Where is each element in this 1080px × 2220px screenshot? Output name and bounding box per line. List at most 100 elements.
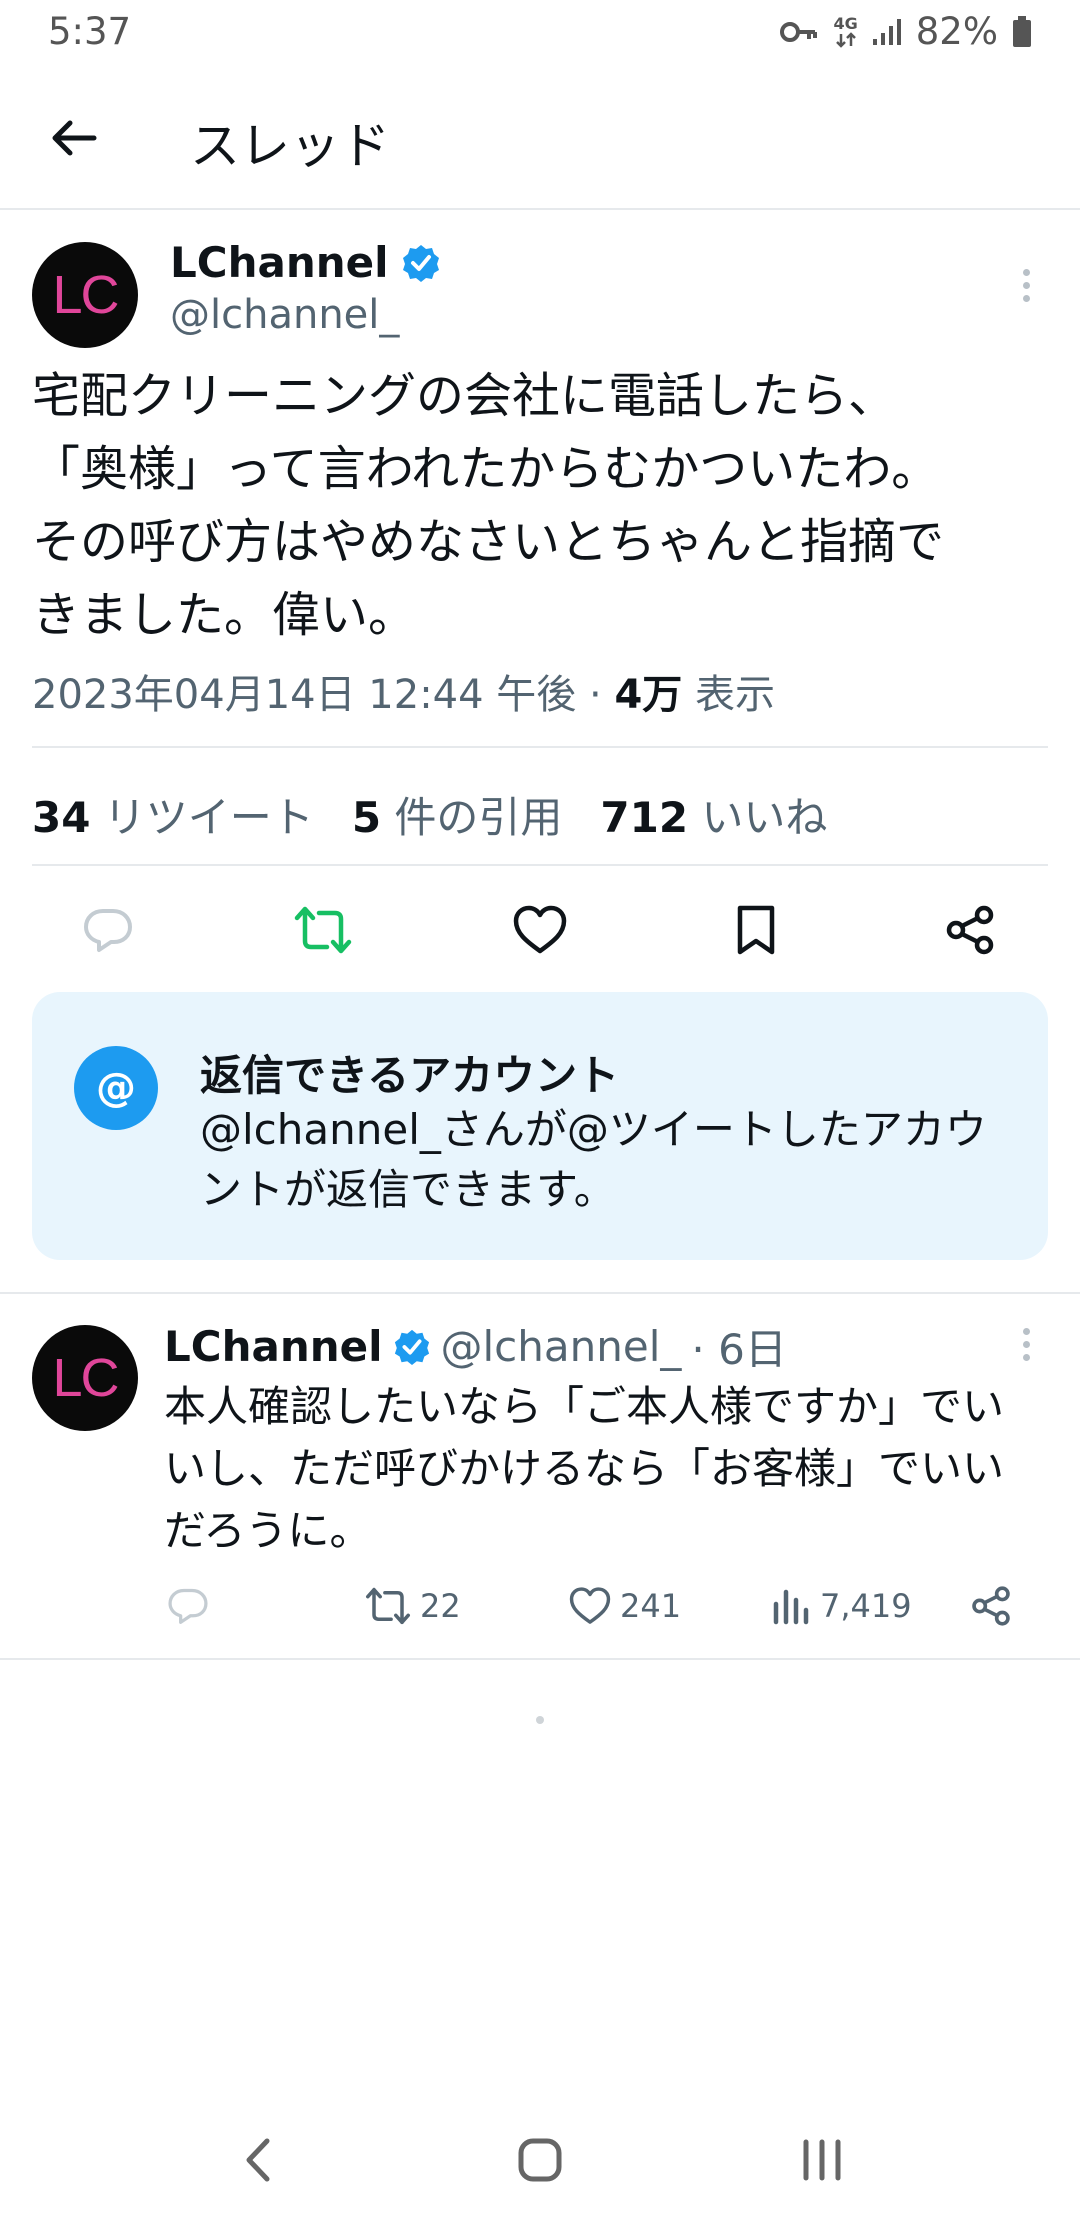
engagement-stats: 34 リツイート 5 件の引用 712 いいね (32, 784, 827, 845)
system-recents-button[interactable] (782, 2130, 862, 2190)
reply-author-avatar[interactable]: LC (32, 1325, 138, 1431)
status-bar: 5:37 4G 82% (0, 0, 1080, 66)
reply-like-button[interactable]: 241 (568, 1576, 681, 1636)
quotes-count: 5 (351, 793, 382, 842)
signal-icon (872, 17, 902, 47)
reply-text-line: だろうに。 (164, 1506, 372, 1555)
reply-more-options-button[interactable] (1006, 1314, 1046, 1374)
share-icon (946, 905, 994, 955)
network-4g-icon: 4G (833, 13, 858, 48)
reply-author-name[interactable]: LChannel (164, 1322, 383, 1371)
arrow-left-icon (52, 120, 97, 156)
more-dot (1022, 1353, 1030, 1361)
reply-icon (168, 1588, 208, 1624)
divider (0, 1658, 1080, 1660)
reply-restriction-title: 返信できるアカウント (200, 1051, 620, 1100)
likes-count: 712 (600, 793, 689, 842)
reply-header: LChannel @lchannel_ · 6日 (164, 1316, 787, 1377)
tweet-text: 宅配クリーニングの会社に電話したら、 「奥様」って言われたからむかついたわ。 そ… (32, 360, 1052, 652)
tweet-meta: 2023年04月14日 12:44 午後 · 4万 表示 (32, 662, 775, 720)
author-handle[interactable]: @lchannel_ (170, 292, 399, 338)
loading-indicator (536, 1716, 544, 1724)
reply-author-handle[interactable]: @lchannel_ (441, 1322, 682, 1371)
reply-retweet-count: 22 (420, 1587, 461, 1625)
reply-text-line: いし、ただ呼びかけるなら「お客様」でいい (164, 1444, 1005, 1493)
reply-restriction-card: @ 返信できるアカウント @lchannel_さんが@ツイートしたアカウ ントが… (32, 992, 1048, 1260)
recents-icon (803, 2139, 841, 2181)
chevron-left-icon (246, 2138, 270, 2182)
verified-badge-icon (402, 244, 439, 282)
author-name-row[interactable]: LChannel (170, 238, 441, 287)
reply-restriction-description: @lchannel_さんが@ツイートしたアカウ ントが返信できます。 (200, 1100, 1030, 1220)
more-dot (1022, 281, 1030, 289)
reply-views-count: 7,419 (820, 1587, 912, 1625)
avatar-logo-text: LC (52, 1348, 119, 1408)
tweet-text-line: 宅配クリーニングの会社に電話したら、 (32, 368, 897, 424)
views-count: 4万 (614, 672, 683, 718)
page-title: スレッド (190, 117, 390, 175)
reply-reply-button[interactable] (166, 1576, 210, 1636)
key-icon (779, 18, 819, 46)
battery-icon (1012, 15, 1032, 48)
avatar-logo-text: LC (52, 265, 119, 325)
mention-icon: @ (74, 1046, 158, 1130)
home-square-icon (518, 2138, 562, 2182)
heart-icon (569, 1587, 611, 1624)
retweet-button[interactable] (283, 890, 363, 970)
reply-time: · 6日 (691, 1325, 787, 1374)
retweet-icon (366, 1587, 410, 1625)
network-label: 4G (833, 13, 858, 33)
back-button[interactable] (40, 104, 108, 172)
more-dot (1022, 1340, 1030, 1348)
divider (0, 1292, 1080, 1294)
retweets-label: リツイート (90, 793, 314, 842)
tweet-text-line: その呼び方はやめなさいとちゃんと指摘で (32, 514, 945, 570)
bookmark-icon (737, 905, 775, 955)
tweet-timestamp[interactable]: 2023年04月14日 12:44 午後 · (32, 672, 614, 718)
more-dot (1022, 294, 1030, 302)
bookmark-button[interactable] (716, 890, 796, 970)
author-avatar[interactable]: LC (32, 242, 138, 348)
reply-share-button[interactable] (970, 1576, 1012, 1636)
reply-like-count: 241 (620, 1587, 682, 1625)
retweet-icon (294, 906, 352, 954)
reply-icon (84, 909, 132, 952)
retweets-stat[interactable]: 34 リツイート (32, 784, 314, 845)
reply-views-button[interactable]: 7,419 (772, 1576, 912, 1636)
heart-icon (513, 905, 567, 954)
tweet-text-line: 「奥様」って言われたからむかついたわ。 (32, 441, 940, 497)
tweet-text-line: きました。偉い。 (32, 587, 417, 643)
more-options-button[interactable] (1006, 255, 1046, 315)
status-time: 5:37 (48, 10, 132, 53)
reply-restriction-line: @lchannel_さんが@ツイートしたアカウ (200, 1105, 987, 1154)
more-dot (1022, 1327, 1030, 1335)
tweet-action-bar (0, 890, 1080, 970)
likes-stat[interactable]: 712 いいね (600, 784, 827, 845)
more-dot (1022, 268, 1030, 276)
quotes-stat[interactable]: 5 件の引用 (352, 784, 563, 845)
reply-retweet-button[interactable]: 22 (364, 1576, 461, 1636)
share-button[interactable] (930, 890, 1010, 970)
analytics-icon (773, 1589, 809, 1625)
retweets-count: 34 (32, 793, 91, 842)
status-icons: 4G 82% (779, 10, 1032, 53)
divider (32, 746, 1048, 748)
quotes-label: 件の引用 (381, 793, 563, 842)
system-home-button[interactable] (500, 2130, 580, 2190)
top-app-bar: スレッド (0, 66, 1080, 210)
system-navigation-bar (0, 2100, 1080, 2220)
share-icon (972, 1586, 1010, 1626)
verified-badge-icon (394, 1329, 429, 1365)
like-button[interactable] (500, 890, 580, 970)
reply-restriction-line: ントが返信できます。 (200, 1165, 616, 1214)
system-back-button[interactable] (218, 2130, 298, 2190)
reply-action-bar: 22 241 7,419 (0, 1576, 1080, 1636)
reply-text: 本人確認したいなら「ご本人様ですか」でい いし、ただ呼びかけるなら「お客様」でい… (164, 1376, 1064, 1562)
reply-text-line: 本人確認したいなら「ご本人様ですか」でい (164, 1382, 1005, 1431)
author-name: LChannel (170, 238, 389, 287)
views-label: 表示 (682, 672, 776, 718)
reply-button[interactable] (68, 890, 148, 970)
likes-label: いいね (688, 793, 828, 842)
divider (32, 864, 1048, 866)
battery-percent: 82% (915, 10, 998, 53)
